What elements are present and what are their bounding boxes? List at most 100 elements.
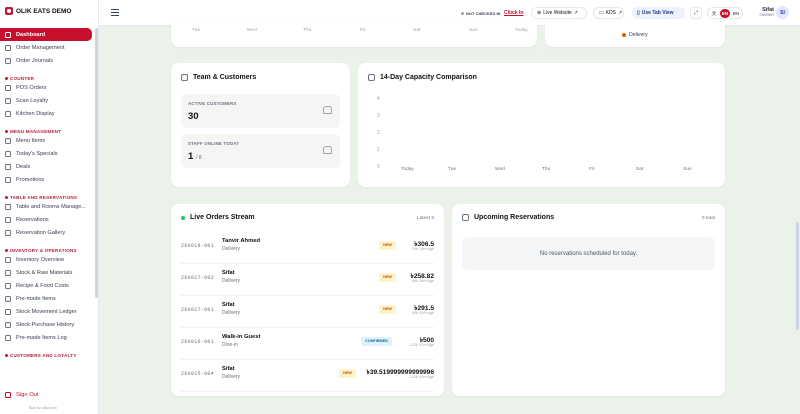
sidebar-item-order-management[interactable]: Order Management xyxy=(0,41,97,54)
order-id: 260917-002 xyxy=(181,275,215,281)
y-tick-label: 4 xyxy=(377,96,380,102)
y-tick-label: 3 xyxy=(377,113,380,119)
brand-name: OLIK EATS DEMO xyxy=(16,7,72,15)
card-title: Live Orders Stream xyxy=(181,214,255,221)
live-website-button[interactable]: ⊕ Live Website ↗ xyxy=(531,7,587,19)
sidebar-item-todays-specials[interactable]: Today's Specials xyxy=(0,147,97,160)
user-info[interactable]: Sifat OWNER xyxy=(753,7,774,19)
legend-label: Delivery xyxy=(629,32,648,38)
sidebar-item-label: Pre-made Items xyxy=(16,295,56,302)
sidebar-section-table-reservations[interactable]: TABLE AND RESERVATIONS xyxy=(0,189,97,200)
x-tick-label: Tue xyxy=(448,167,457,172)
brand-logo[interactable]: OLIK EATS DEMO xyxy=(5,7,72,15)
sidebar-scrollbar[interactable] xyxy=(95,28,98,298)
card-title-text: 14-Day Capacity Comparison xyxy=(380,74,477,81)
calendar-icon xyxy=(368,74,375,81)
sidebar-item-label: Promotions xyxy=(16,176,45,183)
sidebar-item-premade-log[interactable]: Pre-made Items Log xyxy=(0,331,97,344)
sidebar-item-stock-ledger[interactable]: Stock Movement Ledger xyxy=(0,305,97,318)
card-title: 14-Day Capacity Comparison xyxy=(368,74,477,81)
order-row[interactable]: 260917-001 Sifat Delivery NEW ৳291.5 95h 20m … xyxy=(181,297,434,328)
sidebar-item-label: Reservation Gallery xyxy=(16,229,66,236)
sidebar-item-dashboard[interactable]: Dashboard xyxy=(0,28,92,41)
sidebar-item-scan-loyalty[interactable]: Scan Loyalty xyxy=(0,94,97,107)
weekly-chart-card: Tue Wed Thu Fri Sat Sun Today xyxy=(171,20,537,47)
order-row[interactable]: 260917-002 Sifat Delivery NEW ৳258.82 89h 38m… xyxy=(181,265,434,296)
sidebar-item-premade-items[interactable]: Pre-made Items xyxy=(0,292,97,305)
order-type-card: Delivery xyxy=(545,20,725,47)
order-row[interactable]: 260916-001 Walk-in Guest Dine-in CONFIRMED ৳… xyxy=(181,329,434,360)
section-title: INVENTORY & OPERATIONS xyxy=(10,248,77,253)
fullscreen-icon[interactable]: ⤢ xyxy=(690,7,702,19)
page-scrollbar[interactable] xyxy=(796,222,799,330)
x-tick-label: Thu xyxy=(542,167,551,172)
day-label: Sun xyxy=(469,28,478,33)
menu-toggle-icon[interactable] xyxy=(111,9,119,16)
day-label: Wed xyxy=(247,28,257,33)
sidebar-section-counter[interactable]: COUNTER xyxy=(0,70,97,81)
avatar[interactable]: SI xyxy=(776,6,789,19)
sidebar-section-inventory[interactable]: INVENTORY & OPERATIONS xyxy=(0,242,97,253)
lang-en-button[interactable]: EN xyxy=(720,8,730,18)
sidebar-item-order-journals[interactable]: Order Journals xyxy=(0,54,97,67)
kds-button[interactable]: ▭ KDS ↗ xyxy=(593,7,624,19)
order-id: 260915-004 xyxy=(181,371,215,377)
legend-swatch xyxy=(622,33,626,37)
card-title-text: Upcoming Reservations xyxy=(474,214,555,221)
order-type: Delivery xyxy=(222,310,241,316)
sidebar-section-menu-management[interactable]: MENU MANAGEMENT xyxy=(0,123,97,134)
order-row[interactable]: 260918-001 Tanvir Ahmed Delivery NEW ৳306.5 2… xyxy=(181,233,434,264)
active-customers-stat: ACTIVE CUSTOMERS 30 xyxy=(181,94,340,128)
gallery-icon xyxy=(5,229,11,236)
sidebar-section-customers-loyalty[interactable]: CUSTOMERS AND LOYALTY xyxy=(0,347,97,358)
section-title: MENU MANAGEMENT xyxy=(10,129,62,134)
sidebar-item-label: Stock Movement Ledger xyxy=(16,308,77,315)
clock-in-link[interactable]: Clock In xyxy=(504,7,523,19)
sidebar-item-reservations[interactable]: Reservations xyxy=(0,213,97,226)
sidebar-item-promotions[interactable]: Promotions xyxy=(0,173,97,186)
order-id: 260917-001 xyxy=(181,307,215,313)
logo-icon xyxy=(5,7,13,15)
section-dot-icon xyxy=(5,130,8,133)
table-icon xyxy=(5,203,11,210)
sidebar-item-menu-items[interactable]: Menu Items xyxy=(0,134,97,147)
orders-icon xyxy=(5,44,11,51)
order-customer: Sifat xyxy=(222,366,235,372)
sign-out-button[interactable]: Sign Out xyxy=(5,392,39,398)
status-badge: NEW xyxy=(379,305,396,314)
sidebar-item-kitchen-display[interactable]: Kitchen Display xyxy=(0,107,97,120)
card-title: Team & Customers xyxy=(181,74,256,81)
day-label: Tue xyxy=(192,28,201,33)
sidebar-item-pos-orders[interactable]: POS Orders xyxy=(0,81,97,94)
check-in-status: NOT CHECKED IN xyxy=(461,7,500,19)
calendar-icon xyxy=(462,214,469,221)
reservations-count: 0 total xyxy=(701,216,715,221)
x-tick-label: Today xyxy=(401,167,414,172)
sidebar-item-inventory-overview[interactable]: Inventory Overview xyxy=(0,253,97,266)
lang-bn-button[interactable]: BN xyxy=(731,9,741,18)
sidebar-item-purchase-history[interactable]: Stock Purchase History xyxy=(0,318,97,331)
stat-value: 30 xyxy=(188,111,199,122)
order-time-ago: 89h 38m ago xyxy=(411,279,434,283)
sidebar-item-table-rooms[interactable]: Table and Rooms Manage... xyxy=(0,200,97,213)
sidebar-item-recipe-costs[interactable]: Recipe & Food Costs xyxy=(0,279,97,292)
sidebar-item-stock-raw[interactable]: Stock & Raw Materials xyxy=(0,266,97,279)
order-row[interactable]: 260915-004 Sifat Delivery NEW ৳39.5199999999… xyxy=(181,361,434,392)
monitor-icon xyxy=(5,110,11,117)
staff-online-stat: STAFF ONLINE TODAY 1 / 8 xyxy=(181,134,340,168)
users-icon xyxy=(181,74,188,81)
capacity-chart-card: 14-Day Capacity Comparison 4 3 2 1 0 Today Tu… xyxy=(358,63,725,187)
sidebar-item-label: Stock Purchase History xyxy=(16,321,75,328)
sidebar-item-reservation-gallery[interactable]: Reservation Gallery xyxy=(0,226,97,239)
sidebar-item-deals[interactable]: Deals xyxy=(0,160,97,173)
sidebar-item-label: Scan Loyalty xyxy=(16,97,49,104)
globe-icon: ⊕ xyxy=(537,10,542,16)
tab-view-button[interactable]: ▯ Use Tab View xyxy=(632,7,685,19)
built-by-link[interactable]: Built by olikit.com xyxy=(29,406,57,410)
live-dot-icon xyxy=(181,215,185,220)
sidebar-item-label: Order Journals xyxy=(16,57,53,64)
dashboard-icon xyxy=(5,31,11,38)
utensils-icon xyxy=(5,137,11,144)
order-customer: Sifat xyxy=(222,270,235,276)
day-label: Thu xyxy=(303,28,312,33)
